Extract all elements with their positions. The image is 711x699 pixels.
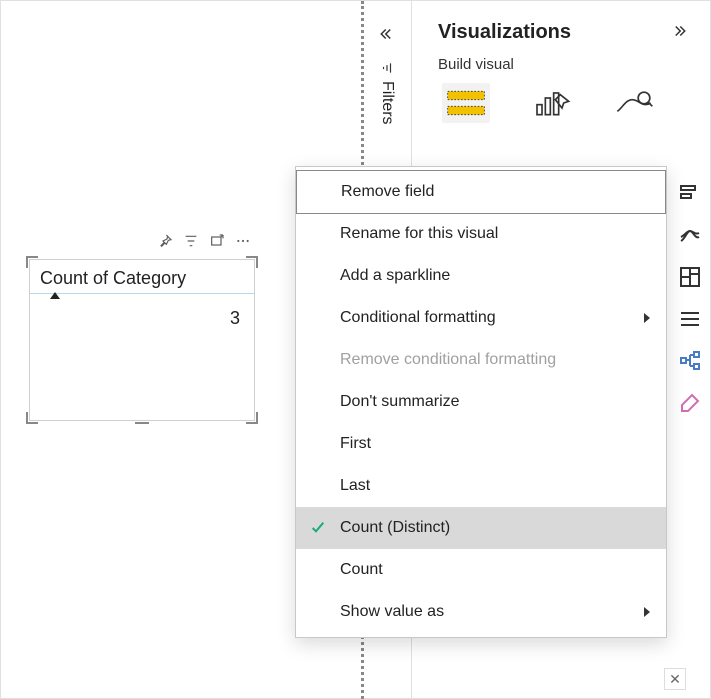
menu-add-sparkline[interactable]: Add a sparkline [296, 255, 666, 297]
focus-mode-icon[interactable] [209, 233, 225, 249]
menu-label: Remove field [341, 183, 434, 200]
menu-dont-summarize[interactable]: Don't summarize [296, 381, 666, 423]
selection-handle[interactable] [135, 412, 149, 424]
filter-icon[interactable] [183, 233, 199, 249]
visual-card[interactable]: Count of Category 3 [29, 259, 255, 421]
card-visual[interactable]: Count of Category 3 [29, 259, 255, 421]
field-context-menu: Remove field Rename for this visual Add … [295, 166, 667, 638]
menu-label: Don't summarize [340, 393, 460, 410]
menu-label: Rename for this visual [340, 225, 498, 242]
sort-ascending-icon[interactable] [50, 292, 60, 299]
visual-value: 3 [30, 294, 254, 329]
build-visual-tab[interactable] [442, 83, 490, 123]
menu-first[interactable]: First [296, 423, 666, 465]
decomposition-tree-icon[interactable] [678, 349, 702, 373]
collapse-pane-button[interactable] [376, 25, 394, 46]
selection-handle[interactable] [246, 256, 258, 268]
menu-count[interactable]: Count [296, 549, 666, 591]
menu-label: Remove conditional formatting [340, 351, 556, 368]
chevron-right-icon [644, 313, 650, 323]
menu-conditional-formatting[interactable]: Conditional formatting [296, 297, 666, 339]
treemap-icon[interactable] [678, 265, 702, 289]
selection-handle[interactable] [26, 412, 38, 424]
remove-field-button[interactable]: ✕ [664, 668, 686, 690]
ribbon-chart-icon[interactable] [678, 223, 702, 247]
pin-icon[interactable] [157, 233, 173, 249]
chevron-right-icon [644, 607, 650, 617]
filters-pane-tab[interactable]: Filters [378, 61, 396, 125]
menu-label: Conditional formatting [340, 309, 496, 326]
menu-label: Add a sparkline [340, 267, 450, 284]
expand-pane-button[interactable] [672, 22, 690, 43]
menu-label: First [340, 435, 371, 452]
menu-last[interactable]: Last [296, 465, 666, 507]
more-options-icon[interactable] [235, 233, 251, 249]
menu-rename-for-visual[interactable]: Rename for this visual [296, 213, 666, 255]
viz-mode-tabs [412, 83, 710, 123]
menu-label: Last [340, 477, 370, 494]
analytics-tab[interactable] [614, 87, 654, 119]
table-icon[interactable] [678, 307, 702, 331]
format-visual-tab[interactable] [532, 87, 572, 119]
menu-show-value-as[interactable]: Show value as [296, 591, 666, 633]
menu-remove-conditional-formatting: Remove conditional formatting [296, 339, 666, 381]
selection-handle[interactable] [26, 256, 38, 268]
visual-header-controls [157, 233, 251, 249]
filter-bars-icon [380, 61, 394, 75]
filters-label: Filters [378, 81, 396, 125]
stacked-bar-chart-icon[interactable] [678, 181, 702, 205]
menu-remove-field[interactable]: Remove field [296, 170, 666, 214]
menu-label: Show value as [340, 603, 444, 620]
pane-title: Visualizations [438, 21, 571, 44]
selection-handle[interactable] [246, 412, 258, 424]
pane-subtitle: Build visual [412, 56, 710, 83]
checkmark-icon [310, 520, 326, 536]
menu-label: Count [340, 561, 383, 578]
menu-count-distinct[interactable]: Count (Distinct) [296, 507, 666, 549]
eraser-icon[interactable] [678, 391, 702, 415]
visual-column-header[interactable]: Count of Category [30, 260, 254, 294]
menu-label: Count (Distinct) [340, 519, 450, 536]
visual-type-strip [670, 181, 710, 415]
